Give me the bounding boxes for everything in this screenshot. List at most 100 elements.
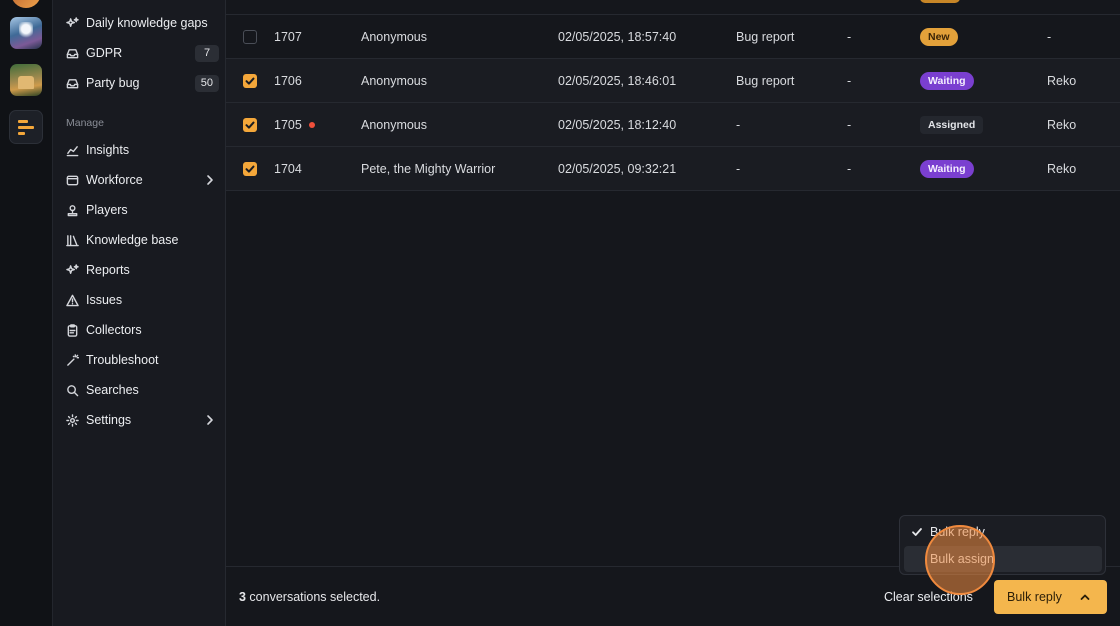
bulk-action-bar: 3 conversations selected. Clear selectio… — [226, 566, 1120, 626]
logo-bar — [18, 125, 34, 129]
sidebar-item-label: Issues — [86, 293, 123, 307]
status-badge: Waiting — [920, 160, 974, 178]
sidebar-item-party-bug[interactable]: Party bug 50 — [59, 70, 221, 96]
conversation-date: 02/05/2025, 09:32:21 — [558, 162, 677, 176]
sidebar-item-label: Searches — [86, 383, 139, 397]
sidebar-item-label: Settings — [86, 413, 132, 427]
conversation-id: 1707 — [274, 30, 302, 44]
assigned-agent: Reko — [1047, 74, 1077, 88]
table-row[interactable]: 1704 Pete, the Mighty Warrior 02/05/2025… — [226, 147, 1120, 191]
sidebar-item-label: Daily knowledge gaps — [86, 16, 208, 30]
conversation-type: Bug report — [736, 30, 795, 44]
conversation-date: 02/05/2025, 18:46:01 — [558, 74, 677, 88]
sidebar-item-label: Troubleshoot — [86, 353, 159, 367]
inbox-icon — [66, 77, 79, 90]
sidebar-item-label: Collectors — [86, 323, 142, 337]
sidebar-item-troubleshoot[interactable]: Troubleshoot — [59, 347, 221, 373]
sidebar-item-issues[interactable]: Issues — [59, 287, 221, 313]
user-icon — [66, 204, 79, 217]
conversation-type: Bug report — [736, 74, 795, 88]
gear-icon — [66, 413, 79, 427]
sidebar-item-searches[interactable]: Searches — [59, 377, 221, 403]
selected-suffix: conversations selected. — [245, 590, 381, 604]
section-label-manage: Manage — [66, 117, 104, 129]
column-value: - — [847, 30, 852, 44]
check-icon — [245, 165, 255, 173]
menu-item-bulk-assign[interactable]: Bulk assign — [904, 546, 1102, 572]
menu-item-label: Bulk assign — [930, 552, 994, 566]
app-rail — [0, 0, 53, 626]
conversation-id: 1706 — [274, 74, 302, 88]
row-checkbox[interactable] — [243, 118, 257, 132]
wand-icon — [66, 353, 79, 367]
sparkles-icon — [66, 263, 79, 277]
chevron-right-icon — [203, 413, 217, 427]
warning-icon — [66, 294, 79, 307]
table-row-partial — [226, 0, 1120, 15]
conversation-date: 02/05/2025, 18:12:40 — [558, 118, 677, 132]
sidebar-item-insights[interactable]: Insights — [59, 137, 221, 163]
selection-summary: 3 conversations selected. — [239, 590, 380, 604]
conversation-id: 1705 — [274, 118, 302, 132]
sidebar-item-daily-knowledge-gaps[interactable]: Daily knowledge gaps — [59, 10, 221, 36]
player-name: Anonymous — [361, 118, 428, 132]
app-avatar-ice-game[interactable] — [10, 17, 42, 49]
logo-bar — [18, 131, 25, 135]
chevron-up-icon[interactable] — [1079, 591, 1091, 603]
assigned-agent: Reko — [1047, 162, 1077, 176]
column-value: - — [847, 162, 852, 176]
app-logo-icon[interactable] — [9, 110, 43, 144]
count-badge: 50 — [194, 74, 219, 92]
sidebar-item-label: Party bug — [86, 76, 140, 90]
player-name: Pete, the Mighty Warrior — [361, 162, 496, 176]
search-icon — [66, 384, 79, 397]
conversation-date: 02/05/2025, 18:57:40 — [558, 30, 677, 44]
check-icon — [911, 526, 923, 538]
row-checkbox[interactable] — [243, 74, 257, 88]
sidebar-item-reports[interactable]: Reports — [59, 257, 221, 283]
bulk-button-label: Bulk reply — [1007, 590, 1062, 604]
player-name: Anonymous — [361, 30, 428, 44]
conversation-type: - — [736, 118, 741, 132]
sidebar: Daily knowledge gaps GDPR 7 Party bug 50… — [53, 0, 226, 626]
row-checkbox[interactable] — [243, 30, 257, 44]
unread-dot-icon — [308, 122, 315, 128]
sidebar-item-label: Knowledge base — [86, 233, 179, 247]
sidebar-item-gdpr[interactable]: GDPR 7 — [59, 40, 221, 66]
conversation-id: 1704 — [274, 162, 302, 176]
row-checkbox[interactable] — [243, 162, 257, 176]
sparkles-icon — [66, 16, 79, 30]
sidebar-item-label: Players — [86, 203, 128, 217]
sidebar-item-settings[interactable]: Settings — [59, 407, 221, 433]
table-row[interactable]: 1706 Anonymous 02/05/2025, 18:46:01 Bug … — [226, 59, 1120, 103]
library-icon — [66, 234, 79, 247]
selected-count: 3 — [239, 590, 246, 604]
conversation-type: - — [736, 162, 741, 176]
bulk-reply-button[interactable]: Bulk reply — [994, 580, 1107, 614]
check-icon — [245, 77, 255, 85]
clipboard-icon — [66, 323, 79, 337]
sidebar-item-label: GDPR — [86, 46, 123, 60]
logo-bar — [18, 119, 28, 123]
app-avatar-partial[interactable] — [11, 0, 41, 8]
check-icon — [245, 121, 255, 129]
clear-selections-button[interactable]: Clear selections — [878, 584, 979, 610]
status-badge: Assigned — [920, 116, 984, 134]
table-row[interactable]: 1705 Anonymous 02/05/2025, 18:12:40 - - … — [226, 103, 1120, 147]
app-avatar-forest-game[interactable] — [10, 64, 42, 96]
chart-icon — [66, 144, 79, 157]
menu-item-bulk-reply[interactable]: Bulk reply — [904, 519, 1102, 545]
sidebar-item-label: Reports — [86, 263, 130, 277]
player-name: Anonymous — [361, 74, 428, 88]
sidebar-item-knowledge-base[interactable]: Knowledge base — [59, 227, 221, 253]
sidebar-item-collectors[interactable]: Collectors — [59, 317, 221, 343]
status-badge: Waiting — [920, 72, 974, 90]
sidebar-item-label: Insights — [86, 143, 130, 157]
table-row[interactable]: 1707 Anonymous 02/05/2025, 18:57:40 Bug … — [226, 15, 1120, 59]
inbox-icon — [66, 47, 79, 60]
chevron-right-icon — [203, 173, 217, 187]
sidebar-item-players[interactable]: Players — [59, 197, 221, 223]
status-badge: New — [920, 28, 958, 46]
sidebar-item-label: Workforce — [86, 173, 143, 187]
sidebar-item-workforce[interactable]: Workforce — [59, 167, 221, 193]
